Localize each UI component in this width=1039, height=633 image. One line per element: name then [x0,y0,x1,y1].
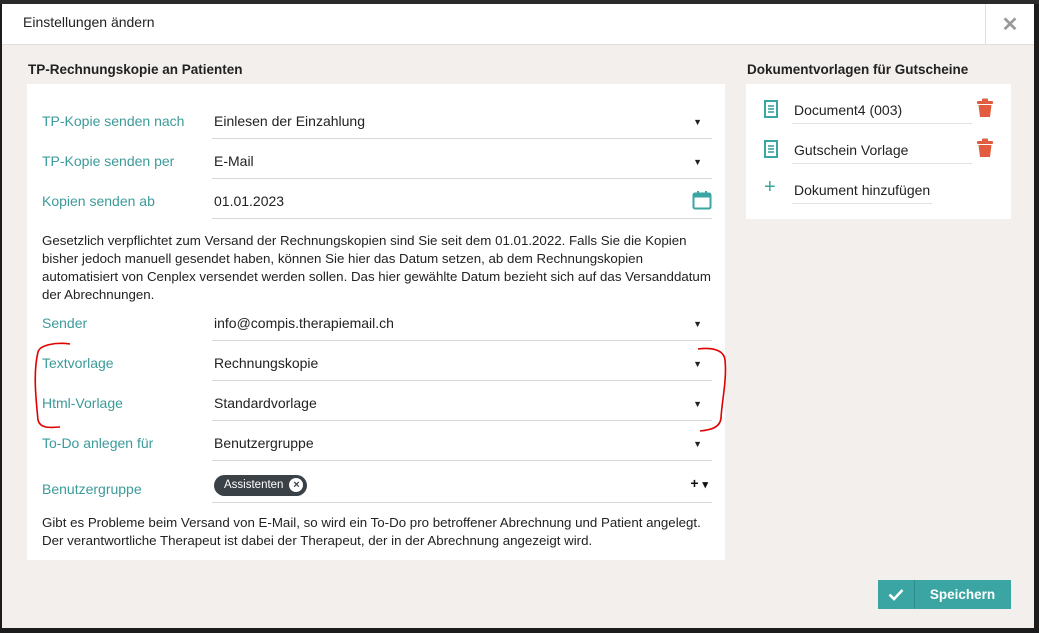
text-template-label: Textvorlage [42,355,114,371]
html-template-label: Html-Vorlage [42,395,123,411]
help-text-date: Gesetzlich verpflichtet zum Versand der … [42,233,711,302]
close-icon: ✕ [1001,13,1019,36]
send-via-label: TP-Kopie senden per [42,153,175,169]
text-template-value: Rechnungskopie [214,355,319,371]
chevron-down-icon: ▼ [693,439,702,449]
send-after-value: Einlesen der Einzahlung [214,113,365,129]
settings-dialog: Einstellungen ändern ✕ TP-Rechnungskopie… [2,4,1034,628]
send-from-value: 01.01.2023 [214,193,285,209]
doc-item[interactable]: Document4 (003) [764,91,994,127]
checkmark-icon [878,580,915,609]
help-text-todo: Gibt es Probleme beim Versand von E-Mail… [42,515,701,548]
voucher-templates-panel: Document4 (003) Gutschein Vorlage + Doku… [746,84,1011,219]
save-button[interactable]: Speichern [878,580,1011,609]
chevron-down-icon: ▼ [693,117,702,127]
tp-copy-panel: TP-Kopie senden nach Einlesen der Einzah… [27,84,725,560]
close-button[interactable]: ✕ [985,4,1034,44]
row-user-group: Benutzergruppe Assistenten × + ▾ [27,464,713,504]
row-send-via: TP-Kopie senden per E-Mail ▼ [27,140,713,180]
trash-icon[interactable] [976,98,994,118]
text-template-select[interactable]: Rechnungskopie ▼ [212,346,712,381]
remove-chip-icon[interactable]: × [289,478,304,492]
user-group-chip: Assistenten × [214,475,308,496]
trash-icon[interactable] [976,138,994,158]
document-icon [764,140,778,158]
chevron-down-icon: ▼ [693,399,702,409]
html-template-select[interactable]: Standardvorlage ▼ [212,386,712,421]
chevron-down-icon: ▼ [693,157,702,167]
chevron-down-icon: ▼ [693,359,702,369]
chip-label: Assistenten [224,479,284,491]
todo-for-label: To-Do anlegen für [42,435,154,451]
add-group-controls[interactable]: + ▾ [690,475,708,491]
html-template-value: Standardvorlage [214,395,317,411]
add-document-label: Dokument hinzufügen [792,177,932,204]
todo-for-value: Benutzergruppe [214,435,314,451]
row-send-after: TP-Kopie senden nach Einlesen der Einzah… [27,100,713,140]
plus-icon: + [690,475,699,491]
send-after-select[interactable]: Einlesen der Einzahlung ▼ [212,104,712,139]
chevron-down-icon: ▾ [702,479,708,491]
dialog-title: Einstellungen ändern [23,14,155,30]
send-from-label: Kopien senden ab [42,193,155,209]
doc-item[interactable]: Gutschein Vorlage [764,131,994,167]
row-text-template: Textvorlage Rechnungskopie ▼ [27,342,713,382]
sender-value: info@compis.therapiemail.ch [214,315,394,331]
section-title-tp-copy: TP-Rechnungskopie an Patienten [28,62,243,77]
save-label: Speichern [929,587,996,602]
row-html-template: Html-Vorlage Standardvorlage ▼ [27,382,713,422]
send-via-select[interactable]: E-Mail ▼ [212,144,712,179]
document-icon [764,100,778,118]
sender-select[interactable]: info@compis.therapiemail.ch ▼ [212,306,712,341]
send-after-label: TP-Kopie senden nach [42,113,185,129]
plus-icon: + [764,176,776,198]
calendar-icon[interactable] [692,190,712,210]
row-sender: Sender info@compis.therapiemail.ch ▼ [27,302,713,342]
section-title-voucher-templates: Dokumentvorlagen für Gutscheine [747,62,969,77]
row-send-from-date: Kopien senden ab 01.01.2023 [27,180,713,220]
send-via-value: E-Mail [214,153,254,169]
user-group-multiselect[interactable]: Assistenten × + ▾ [212,468,712,503]
doc-name[interactable]: Document4 (003) [792,97,972,124]
send-from-date-input[interactable]: 01.01.2023 [212,184,712,219]
todo-for-select[interactable]: Benutzergruppe ▼ [212,426,712,461]
sender-label: Sender [42,315,88,331]
doc-name[interactable]: Gutschein Vorlage [792,137,972,164]
chevron-down-icon: ▼ [693,319,702,329]
dialog-header: Einstellungen ändern ✕ [2,4,1034,45]
add-document-button[interactable]: + Dokument hinzufügen [764,171,994,207]
user-group-label: Benutzergruppe [42,481,142,497]
row-todo-for: To-Do anlegen für Benutzergruppe ▼ [27,422,713,462]
